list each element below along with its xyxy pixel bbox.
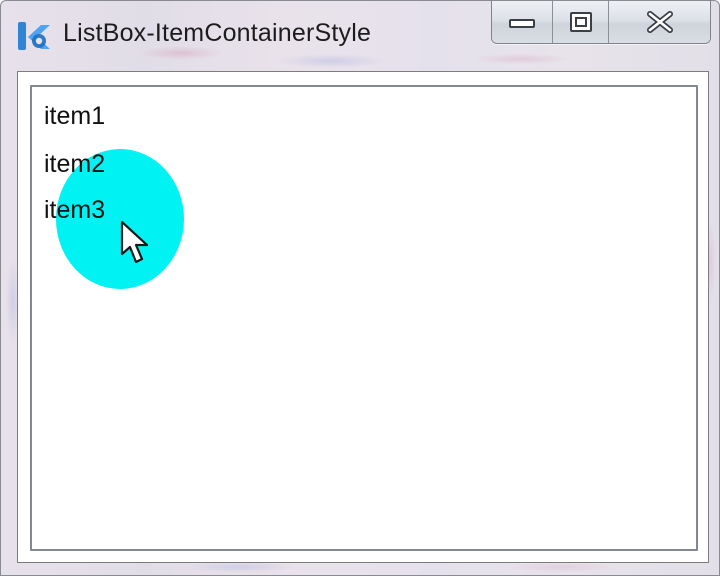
listbox[interactable]: item1 item2 item3: [30, 85, 698, 551]
list-item[interactable]: item2: [44, 147, 105, 181]
maximize-icon: [569, 12, 592, 32]
close-button[interactable]: [608, 1, 710, 43]
mouse-pointer-icon: [120, 220, 149, 264]
application-window: ListBox-ItemContainerStyle item1 item2 i…: [0, 0, 720, 576]
list-item[interactable]: item1: [44, 99, 105, 133]
caption-buttons: [491, 1, 711, 44]
kotlin-k-logo-icon: [18, 22, 50, 50]
list-item[interactable]: item3: [44, 193, 105, 227]
window-title: ListBox-ItemContainerStyle: [63, 19, 372, 47]
minimize-icon: [509, 19, 535, 28]
close-icon: [646, 11, 673, 33]
minimize-button[interactable]: [492, 1, 552, 43]
window-client-area: item1 item2 item3: [17, 71, 709, 563]
title-bar[interactable]: ListBox-ItemContainerStyle: [1, 1, 720, 63]
maximize-button[interactable]: [552, 1, 608, 43]
